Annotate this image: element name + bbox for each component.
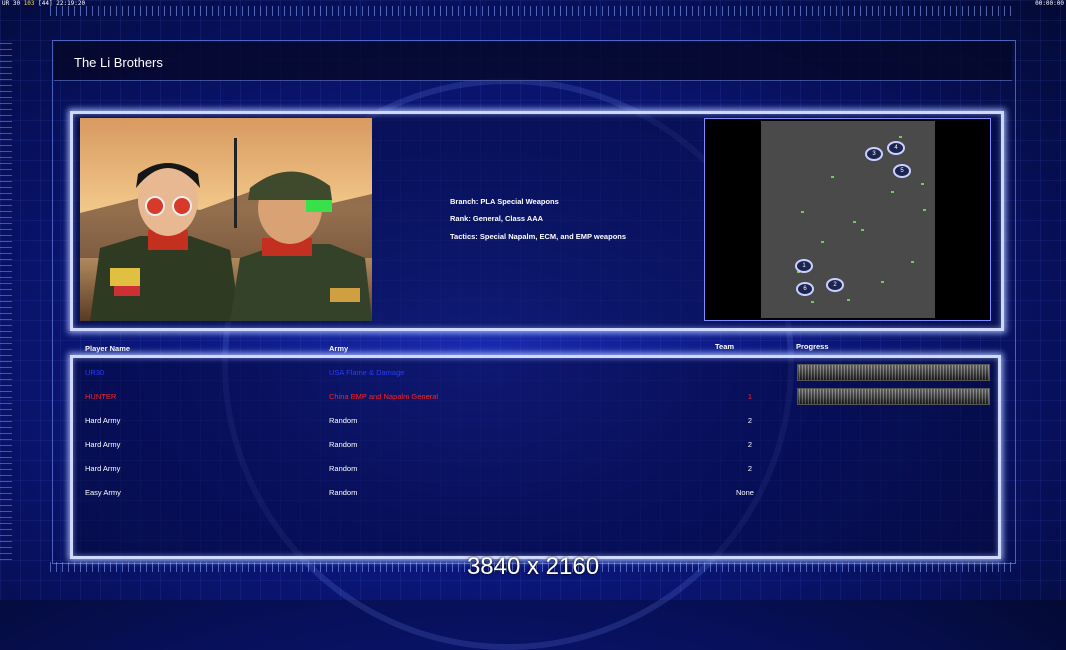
player-name: UR30 bbox=[85, 368, 105, 377]
player-team: 2 bbox=[747, 464, 753, 473]
player-row: Hard Army Random 2 bbox=[0, 464, 1066, 476]
start-position-1[interactable]: 1 bbox=[795, 259, 813, 273]
player-team: 2 bbox=[747, 416, 753, 425]
player-row: Hard Army Random 2 bbox=[0, 440, 1066, 452]
general-rank: Rank: General, Class AAA bbox=[450, 214, 544, 223]
player-row: Hard Army Random 2 bbox=[0, 416, 1066, 428]
hud-timer: 00:00:00 bbox=[1035, 0, 1064, 7]
player-name: Hard Army bbox=[85, 464, 121, 473]
player-army: Random bbox=[329, 440, 358, 449]
general-branch: Branch: PLA Special Weapons bbox=[450, 197, 559, 206]
resolution-overlay: 3840 x 2160 bbox=[466, 553, 600, 580]
player-army: Random bbox=[329, 488, 358, 497]
title-bar bbox=[54, 42, 1012, 81]
player-name: Hard Army bbox=[85, 440, 121, 449]
header-player-name: Player Name bbox=[85, 344, 131, 353]
start-position-6[interactable]: 6 bbox=[796, 282, 814, 296]
hud-status: UR 30 103 [44] 22:19:20 bbox=[2, 0, 85, 7]
top-ruler bbox=[50, 6, 1016, 16]
hud-fps: 103 bbox=[23, 0, 35, 7]
player-row: Easy Army Random None bbox=[0, 488, 1066, 500]
start-position-2[interactable]: 2 bbox=[826, 278, 844, 292]
left-ruler bbox=[0, 40, 12, 560]
start-position-5[interactable]: 5 bbox=[893, 164, 911, 178]
player-name: HUNTER bbox=[85, 392, 117, 401]
player-name: Easy Army bbox=[85, 488, 121, 497]
general-portrait bbox=[80, 118, 372, 321]
hud-clock: 22:19:20 bbox=[56, 0, 86, 7]
player-army: Random bbox=[329, 464, 358, 473]
map-terrain bbox=[761, 121, 935, 318]
player-team: 1 bbox=[747, 392, 753, 401]
player-progress-bar bbox=[797, 364, 990, 381]
header-progress: Progress bbox=[796, 342, 829, 351]
hud-mid: [44] bbox=[38, 0, 53, 7]
hud-prefix: UR 30 bbox=[2, 0, 21, 7]
start-position-4[interactable]: 4 bbox=[887, 141, 905, 155]
player-name: Hard Army bbox=[85, 416, 121, 425]
general-tactics: Tactics: Special Napalm, ECM, and EMP we… bbox=[450, 232, 627, 241]
player-army: China EMP and Napalm General bbox=[329, 392, 439, 401]
map-preview: 1 2 3 4 5 6 bbox=[704, 118, 991, 321]
player-progress-bar bbox=[797, 388, 990, 405]
player-army: USA Flame & Damage bbox=[329, 368, 405, 377]
players-panel bbox=[70, 355, 1001, 559]
player-team: 2 bbox=[747, 440, 753, 449]
header-team: Team bbox=[715, 342, 735, 351]
page-title: The Li Brothers bbox=[74, 55, 163, 70]
start-position-3[interactable]: 3 bbox=[865, 147, 883, 161]
player-team: None bbox=[736, 488, 754, 497]
player-army: Random bbox=[329, 416, 358, 425]
header-army: Army bbox=[329, 344, 349, 353]
